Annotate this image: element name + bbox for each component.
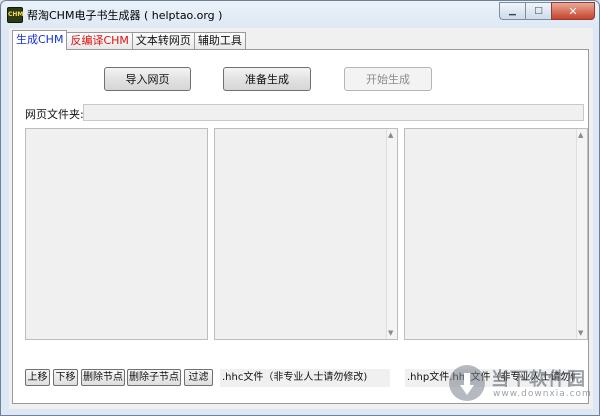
main-window: CHM 帮淘CHM电子书生成器 ( helptao.org ) ▁ □ ✕ 生成… [0, 0, 600, 416]
start-generate-button[interactable]: 开始生成 [344, 67, 432, 91]
app-icon: CHM [7, 7, 23, 23]
move-down-button[interactable]: 下移 [53, 369, 78, 386]
hhc-editor[interactable]: ▲ ▼ [214, 128, 398, 340]
minimize-button[interactable]: ▁ [499, 2, 525, 20]
watermark-url: www.downxia.com [493, 389, 592, 399]
download-icon [449, 365, 485, 401]
tab-strip: 生成CHM 反编译CHM 文本转网页 辅助工具 [12, 30, 246, 50]
import-web-button[interactable]: 导入网页 [104, 67, 191, 91]
scroll-down-icon[interactable]: ▼ [578, 329, 583, 337]
folder-label: 网页文件夹: [25, 108, 84, 121]
client-area: 生成CHM 反编译CHM 文本转网页 辅助工具 导入网页 准备生成 开始生成 网… [9, 28, 593, 409]
folder-input[interactable] [83, 104, 584, 121]
maximize-icon: □ [534, 6, 543, 16]
hhp-editor[interactable]: ▲ ▼ [404, 128, 588, 340]
filter-button[interactable]: 过滤 [184, 369, 213, 386]
scroll-up-icon[interactable]: ▲ [388, 131, 393, 139]
title-bar[interactable]: CHM 帮淘CHM电子书生成器 ( helptao.org ) ▁ □ ✕ [1, 1, 599, 27]
window-controls: ▁ □ ✕ [499, 2, 595, 20]
node-tree-pane[interactable] [25, 128, 208, 340]
scroll-up-icon[interactable]: ▲ [578, 131, 583, 139]
tab-panel: 导入网页 准备生成 开始生成 网页文件夹: ▲ ▼ ▲ ▼ 上移 下移 删除节点 [12, 49, 589, 404]
tab-decompile-chm[interactable]: 反编译CHM [66, 32, 133, 50]
window-title: 帮淘CHM电子书生成器 ( helptao.org ) [27, 9, 223, 22]
minimize-icon: ▁ [509, 6, 516, 16]
close-button[interactable]: ✕ [551, 2, 595, 20]
move-up-button[interactable]: 上移 [25, 369, 50, 386]
prepare-button[interactable]: 准备生成 [223, 67, 311, 91]
close-icon: ✕ [568, 4, 578, 18]
tab-tools[interactable]: 辅助工具 [193, 32, 246, 50]
site-watermark: 当下软件园 www.downxia.com [449, 363, 594, 407]
scroll-down-icon[interactable]: ▼ [388, 329, 393, 337]
watermark-text: 当下软件园 [491, 369, 586, 390]
hhp-scrollbar[interactable]: ▲ ▼ [576, 129, 587, 339]
hhc-scrollbar[interactable]: ▲ ▼ [386, 129, 397, 339]
delete-node-button[interactable]: 删除节点 [81, 369, 125, 386]
tab-generate-chm[interactable]: 生成CHM [12, 30, 68, 50]
hhc-caption: .hhc文件（非专业人士请勿修改) [220, 369, 390, 387]
delete-child-node-button[interactable]: 删除子节点 [127, 369, 181, 386]
maximize-button[interactable]: □ [525, 2, 551, 20]
tab-text-to-web[interactable]: 文本转网页 [131, 32, 195, 50]
